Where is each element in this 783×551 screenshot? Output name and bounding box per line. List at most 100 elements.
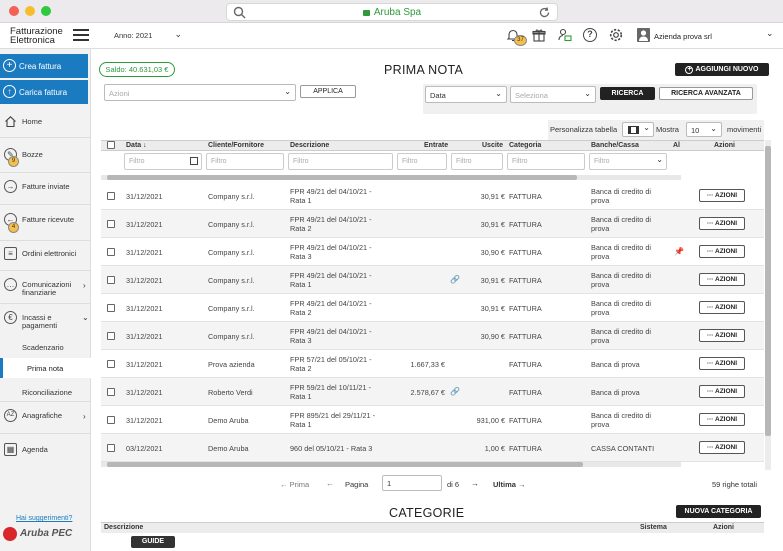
sidebar-item-ordini-elettronici[interactable]: ≡ Ordini elettronici <box>0 247 90 267</box>
sidebar-item-bozze[interactable]: ✎ Bozze 9 <box>0 148 90 170</box>
gift-icon[interactable] <box>532 28 546 44</box>
column-header-category[interactable]: Categoria <box>509 142 541 149</box>
vertical-scrollbar-thumb[interactable] <box>765 146 771 436</box>
row-checkbox[interactable] <box>107 276 115 284</box>
filter-description[interactable]: Filtro <box>288 153 393 170</box>
row-checkbox[interactable] <box>107 444 115 452</box>
apply-button[interactable]: APPLICA <box>300 85 356 98</box>
sidebar-item-prima-nota[interactable]: Prima nota <box>0 358 91 378</box>
filter-client[interactable]: Filtro <box>206 153 284 170</box>
table-row[interactable]: 31/12/2021 Company s.r.l. FPR 49/21 del 04… <box>101 238 764 266</box>
table-row[interactable]: 31/12/2021 Company s.r.l. FPR 49/21 del 04… <box>101 322 764 350</box>
sidebar-item-anagrafiche[interactable]: AZ Anagrafiche › <box>0 409 90 429</box>
table-row[interactable]: 31/12/2021 Company s.r.l. FPR 49/21 del 04… <box>101 182 764 210</box>
company-chevron-icon[interactable]: ⌄ <box>766 28 774 39</box>
address-bar[interactable]: Aruba Spa <box>226 3 558 21</box>
column-header-bank[interactable]: Banche/Cassa <box>591 142 639 149</box>
app-logo[interactable]: Fatturazione Elettronica <box>10 27 63 46</box>
user-money-icon[interactable] <box>558 28 572 44</box>
pagination-page-input[interactable]: 1 <box>382 475 442 491</box>
horizontal-scrollbar-thumb[interactable] <box>107 462 583 467</box>
filter-date[interactable]: Filtro <box>124 153 202 170</box>
table-row[interactable]: 03/12/2021 Demo Aruba 960 del 05/10/21 - R… <box>101 434 764 462</box>
row-actions-button[interactable]: ··· AZIONI <box>699 413 745 426</box>
row-checkbox[interactable] <box>107 192 115 200</box>
column-header-description[interactable]: Descrizione <box>290 142 329 149</box>
calendar-icon[interactable] <box>190 157 198 165</box>
table-row[interactable]: 31/12/2021 Roberto Verdi FPR 59/21 del 10/… <box>101 378 764 406</box>
row-checkbox[interactable] <box>107 220 115 228</box>
close-window-icon[interactable] <box>9 6 19 16</box>
suggestions-link[interactable]: Hai suggerimenti? <box>16 515 72 522</box>
column-header-client[interactable]: Cliente/Fornitore <box>208 142 264 149</box>
column-header-al[interactable]: Al <box>673 142 680 149</box>
row-actions-button[interactable]: ··· AZIONI <box>699 301 745 314</box>
sidebar-item-home[interactable]: Home <box>0 115 90 135</box>
filter-bank[interactable]: Filtro ⌄ <box>589 153 667 170</box>
page-size-select[interactable]: 10 ⌄ <box>686 122 722 137</box>
filter-income[interactable]: Filtro <box>397 153 447 170</box>
row-checkbox[interactable] <box>107 360 115 368</box>
row-actions-button[interactable]: ··· AZIONI <box>699 273 745 286</box>
user-avatar-icon[interactable] <box>637 28 650 42</box>
row-checkbox[interactable] <box>107 248 115 256</box>
table-row[interactable]: 31/12/2021 Demo Aruba FPR 895/21 del 29/11… <box>101 406 764 434</box>
company-name[interactable]: Azienda prova srl <box>654 32 712 41</box>
date-field-select[interactable]: Data ⌄ <box>425 86 507 103</box>
advanced-search-button[interactable]: RICERCA AVANZATA <box>659 87 753 100</box>
row-checkbox[interactable] <box>107 332 115 340</box>
horizontal-scrollbar-thumb[interactable] <box>107 175 577 180</box>
row-actions-button[interactable]: ··· AZIONI <box>699 245 745 258</box>
sidebar-item-comunicazioni-finanziarie[interactable]: … Comunicazioni finanziarie › <box>0 278 90 300</box>
column-header-date[interactable]: Data ↓ <box>126 142 147 149</box>
row-actions-button[interactable]: ··· AZIONI <box>699 217 745 230</box>
reload-icon[interactable] <box>538 6 551 19</box>
row-checkbox[interactable] <box>107 388 115 396</box>
row-actions-button[interactable]: ··· AZIONI <box>699 357 745 370</box>
add-new-button[interactable]: + AGGIUNGI NUOVO <box>675 63 769 76</box>
sidebar-item-fatture-ricevute[interactable]: ← Fatture ricevute 4 <box>0 213 90 235</box>
table-row[interactable]: 31/12/2021 Company s.r.l. FPR 49/21 del 04… <box>101 294 764 322</box>
maximize-window-icon[interactable] <box>41 6 51 16</box>
filter-category[interactable]: Filtro <box>507 153 585 170</box>
upload-invoice-button[interactable]: ↑ Carica fattura <box>0 80 88 104</box>
column-header-expense[interactable]: Uscite <box>482 142 503 149</box>
table-row[interactable]: 31/12/2021 Company s.r.l. FPR 49/21 del 04… <box>101 210 764 238</box>
row-checkbox[interactable] <box>107 416 115 424</box>
column-picker-button[interactable]: ⌄ <box>622 122 654 137</box>
row-actions-button[interactable]: ··· AZIONI <box>699 441 745 454</box>
sidebar-item-incassi-pagamenti[interactable]: € Incassi e pagamenti ⌄ <box>0 311 90 333</box>
hamburger-menu-icon[interactable] <box>73 29 89 41</box>
settings-gear-icon[interactable] <box>608 27 624 45</box>
pagination-prev[interactable]: ← <box>326 479 334 488</box>
year-selector[interactable]: Anno: 2021 ⌄ <box>114 29 184 43</box>
guide-button[interactable]: GUIDE <box>131 536 175 548</box>
pagination-last[interactable]: Ultima → <box>493 480 526 489</box>
row-actions-button[interactable]: ··· AZIONI <box>699 385 745 398</box>
new-category-button[interactable]: NUOVA CATEGORIA <box>676 505 761 518</box>
filter-expense[interactable]: Filtro <box>451 153 503 170</box>
column-header-income[interactable]: Entrate <box>424 142 448 149</box>
row-actions-button[interactable]: ··· AZIONI <box>699 189 745 202</box>
link-icon[interactable]: 🔗 <box>450 387 460 396</box>
table-row[interactable]: 31/12/2021 Company s.r.l. FPR 49/21 del 04… <box>101 266 764 294</box>
pagination-first[interactable]: ← Prima <box>280 480 309 489</box>
row-actions-button[interactable]: ··· AZIONI <box>699 329 745 342</box>
row-date: 31/12/2021 <box>126 220 163 229</box>
sidebar-item-scadenzario[interactable]: Scadenzario <box>0 341 90 353</box>
sidebar-item-fatture-inviate[interactable]: → Fatture inviate <box>0 180 90 200</box>
table-row[interactable]: 31/12/2021 Prova azienda FPR 57/21 del 05/… <box>101 350 764 378</box>
sidebar-item-agenda[interactable]: ▦ Agenda <box>0 443 90 463</box>
actions-select[interactable]: Azioni ⌄ <box>104 84 296 101</box>
row-checkbox[interactable] <box>107 304 115 312</box>
pin-icon[interactable]: 📌 <box>674 247 684 256</box>
date-value-select[interactable]: Seleziona ⌄ <box>510 86 596 103</box>
categories-title: CATEGORIE <box>389 506 465 520</box>
help-icon[interactable]: ? <box>583 28 597 42</box>
pagination-next[interactable]: → <box>471 479 479 488</box>
sidebar-item-riconciliazione[interactable]: Riconciliazione <box>0 386 90 398</box>
search-button[interactable]: RICERCA <box>600 87 655 100</box>
select-all-checkbox[interactable] <box>107 141 115 149</box>
create-invoice-button[interactable]: + Crea fattura <box>0 54 88 78</box>
minimize-window-icon[interactable] <box>25 6 35 16</box>
